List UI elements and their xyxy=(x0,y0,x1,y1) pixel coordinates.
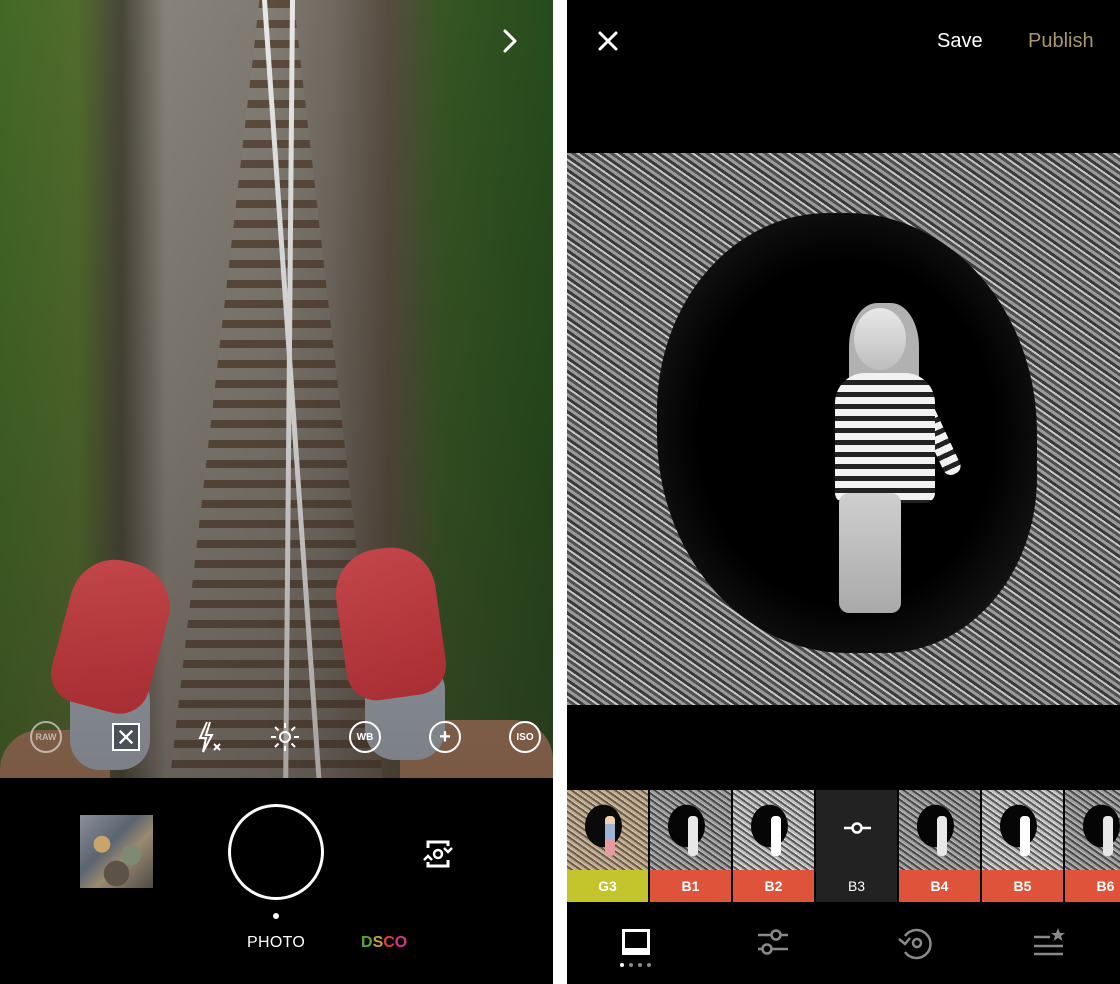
dsco-letter: D xyxy=(361,934,373,951)
flip-camera-icon xyxy=(423,840,453,868)
mode-photo-tab[interactable]: PHOTO xyxy=(247,934,305,952)
filter-thumbnail xyxy=(899,790,980,870)
presets-icon xyxy=(622,929,650,955)
add-setting-button[interactable]: + xyxy=(428,720,462,754)
editor-spacer xyxy=(567,705,1120,790)
tab-history[interactable] xyxy=(895,926,932,960)
filter-label: B3 xyxy=(816,870,897,902)
dsco-letter: C xyxy=(383,934,395,951)
camera-viewfinder[interactable]: RAW WB + ISO xyxy=(0,0,553,778)
thumbnail-figure xyxy=(1020,816,1030,856)
viewfinder-shade xyxy=(0,0,553,778)
grid-off-icon xyxy=(112,723,140,751)
flip-camera-button[interactable] xyxy=(420,836,456,872)
thumbnail-figure xyxy=(771,816,781,856)
filter-strip[interactable]: G3 B1 B2 B3 B4 B5 B6 xyxy=(567,790,1120,902)
filter-b3-active[interactable]: B3 xyxy=(816,790,897,902)
chevron-right-icon[interactable] xyxy=(497,28,523,54)
filter-thumbnail xyxy=(816,790,897,870)
sliders-icon xyxy=(758,929,788,955)
page-dot xyxy=(647,963,651,967)
mode-indicator-dot xyxy=(273,913,279,919)
filter-b4[interactable]: B4 xyxy=(899,790,980,902)
thumbnail-figure xyxy=(688,816,698,856)
preset-page-dots xyxy=(620,963,651,967)
thumbnail-figure xyxy=(605,816,615,856)
filter-b5[interactable]: B5 xyxy=(982,790,1063,902)
edited-photo xyxy=(567,153,1120,705)
girl-pants xyxy=(839,493,901,613)
camera-controls: PHOTO DSCO xyxy=(0,778,553,984)
filter-label: B6 xyxy=(1065,870,1120,902)
close-button[interactable] xyxy=(595,28,621,54)
girl-striped-shirt xyxy=(835,373,935,503)
camera-tool-row: RAW WB + ISO xyxy=(0,718,553,758)
dsco-letter: S xyxy=(372,934,384,951)
page-dot xyxy=(629,963,633,967)
filter-label: B4 xyxy=(899,870,980,902)
girl-head xyxy=(854,308,906,370)
thumbnail-figure xyxy=(937,816,947,856)
dsco-letter: O xyxy=(394,934,408,951)
wb-icon: WB xyxy=(349,721,381,753)
filter-thumbnail xyxy=(733,790,814,870)
editor-header: Save Publish xyxy=(567,0,1120,153)
save-button[interactable]: Save xyxy=(937,30,983,53)
filter-b1[interactable]: B1 xyxy=(650,790,731,902)
exposure-button[interactable] xyxy=(268,720,302,754)
history-icon xyxy=(898,928,932,960)
tab-tools[interactable] xyxy=(756,926,790,958)
flash-toggle-button[interactable] xyxy=(193,720,227,754)
raw-toggle-button[interactable]: RAW xyxy=(29,720,63,754)
editor-bottom-bar xyxy=(567,902,1120,984)
recipes-star-icon xyxy=(1034,928,1065,956)
adjust-strength-icon xyxy=(842,820,872,836)
filter-b2[interactable]: B2 xyxy=(733,790,814,902)
editor-screen: Save Publish G3 B1 B2 B3 B4 B5 B6 xyxy=(567,0,1120,984)
filter-thumbnail xyxy=(567,790,648,870)
raw-icon: RAW xyxy=(30,721,62,753)
shutter-button[interactable] xyxy=(228,804,324,900)
tab-recipes[interactable] xyxy=(1032,926,1066,958)
grid-toggle-button[interactable] xyxy=(109,720,143,754)
iso-icon: ISO xyxy=(509,721,541,753)
exposure-sun-icon xyxy=(271,723,299,751)
filter-label: B5 xyxy=(982,870,1063,902)
plus-icon: + xyxy=(429,721,461,753)
publish-button[interactable]: Publish xyxy=(1028,30,1094,53)
filter-b6[interactable]: B6 xyxy=(1065,790,1120,902)
flash-off-icon xyxy=(198,721,221,753)
filter-thumbnail xyxy=(982,790,1063,870)
close-icon xyxy=(598,31,618,51)
filter-thumbnail xyxy=(650,790,731,870)
last-photo-thumbnail[interactable] xyxy=(80,815,153,888)
thumbnail-figure xyxy=(1103,816,1113,856)
filter-g3[interactable]: G3 xyxy=(567,790,648,902)
page-dot xyxy=(620,963,624,967)
iso-button[interactable]: ISO xyxy=(508,720,542,754)
mode-dsco-tab[interactable]: DSCO xyxy=(361,934,407,952)
filter-label: B2 xyxy=(733,870,814,902)
tab-presets[interactable] xyxy=(619,926,653,958)
filter-label: G3 xyxy=(567,870,648,902)
filter-thumbnail xyxy=(1065,790,1120,870)
white-balance-button[interactable]: WB xyxy=(348,720,382,754)
camera-screen: RAW WB + ISO PHOTO DSCO xyxy=(0,0,553,984)
page-dot xyxy=(638,963,642,967)
filter-label: B1 xyxy=(650,870,731,902)
